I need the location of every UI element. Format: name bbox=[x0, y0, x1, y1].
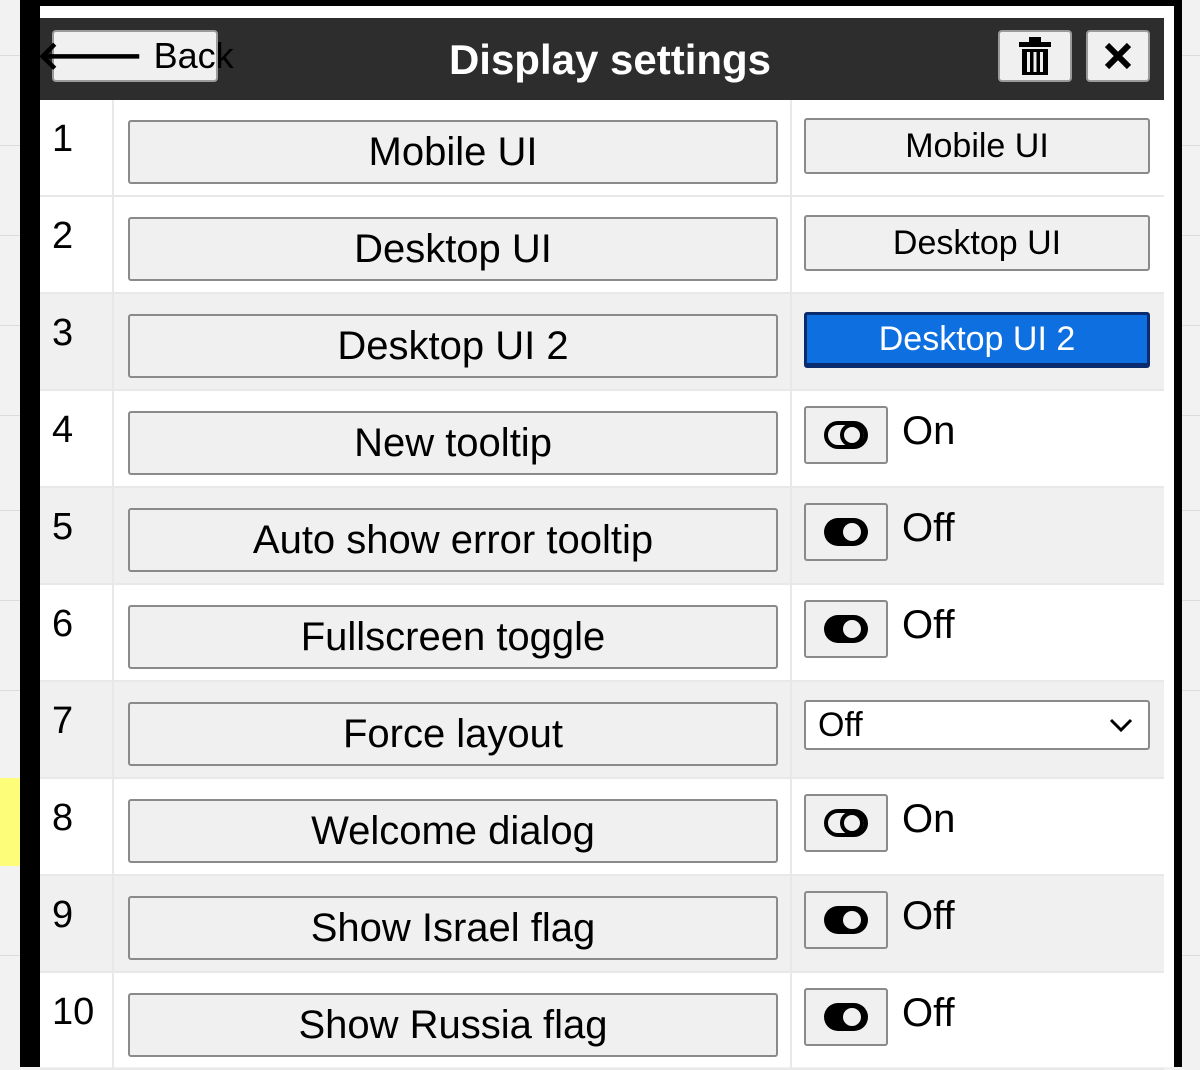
column-divider bbox=[790, 876, 792, 971]
row-number: 2 bbox=[52, 215, 74, 257]
setting-label-button[interactable]: Welcome dialog bbox=[128, 799, 778, 863]
row-number: 9 bbox=[52, 894, 74, 936]
dialog-body: 🡐 Back Display settings 1 Mobile UI Mobi… bbox=[36, 6, 1174, 1070]
toggle-on-icon bbox=[824, 421, 868, 449]
setting-label-button[interactable]: Desktop UI bbox=[128, 217, 778, 281]
back-button[interactable]: 🡐 Back bbox=[36, 30, 234, 82]
close-icon bbox=[1104, 42, 1132, 70]
toggle-off-icon bbox=[824, 906, 868, 934]
desktop-ui-button[interactable]: Desktop UI bbox=[804, 215, 1150, 271]
row-number-cell: 3 bbox=[40, 294, 114, 389]
table-row: 10 Show Russia flag Off bbox=[40, 973, 1164, 1070]
toggle-state-text: Off bbox=[902, 894, 955, 938]
column-divider bbox=[790, 488, 792, 583]
toggle-button[interactable] bbox=[804, 406, 888, 464]
row-number-cell: 6 bbox=[40, 585, 114, 680]
chevron-down-icon bbox=[1109, 718, 1133, 733]
table-row: 3 Desktop UI 2 Desktop UI 2 bbox=[40, 294, 1164, 391]
toggle-button[interactable] bbox=[804, 988, 888, 1046]
select-value: Off bbox=[818, 705, 863, 744]
desktop-ui-2-button[interactable]: Desktop UI 2 bbox=[804, 312, 1150, 368]
row-number-cell: 1 bbox=[40, 100, 114, 195]
table-row: 9 Show Israel flag Off bbox=[40, 876, 1164, 973]
column-divider bbox=[790, 585, 792, 680]
row-number: 5 bbox=[52, 506, 74, 548]
column-divider bbox=[790, 294, 792, 389]
column-divider bbox=[790, 779, 792, 874]
setting-label-button[interactable]: New tooltip bbox=[128, 411, 778, 475]
toggle-state-text: On bbox=[902, 409, 956, 453]
row-number-cell: 7 bbox=[40, 682, 114, 777]
column-divider bbox=[790, 391, 792, 486]
toggle-button[interactable] bbox=[804, 891, 888, 949]
column-divider bbox=[790, 197, 792, 292]
toggle-off-icon bbox=[824, 518, 868, 546]
dialog-header: 🡐 Back Display settings bbox=[36, 18, 1164, 100]
table-row: 1 Mobile UI Mobile UI bbox=[40, 100, 1164, 197]
settings-dialog: 🡐 Back Display settings 1 Mobile UI Mobi… bbox=[20, 0, 1182, 1070]
setting-label-button[interactable]: Desktop UI 2 bbox=[128, 314, 778, 378]
setting-label-button[interactable]: Force layout bbox=[128, 702, 778, 766]
settings-table: 1 Mobile UI Mobile UI 2 Desktop UI Deskt… bbox=[40, 100, 1164, 1070]
setting-label-button[interactable]: Show Russia flag bbox=[128, 993, 778, 1057]
setting-label-button[interactable]: Auto show error tooltip bbox=[128, 508, 778, 572]
row-number-cell: 10 bbox=[40, 973, 114, 1068]
setting-label-button[interactable]: Show Israel flag bbox=[128, 896, 778, 960]
trash-icon bbox=[1019, 37, 1051, 75]
mobile-ui-button[interactable]: Mobile UI bbox=[804, 118, 1150, 174]
row-number: 10 bbox=[52, 991, 95, 1033]
row-number: 4 bbox=[52, 409, 74, 451]
toggle-state-text: Off bbox=[902, 506, 955, 550]
force-layout-select[interactable]: Off bbox=[804, 700, 1150, 750]
table-row: 7 Force layout Off bbox=[40, 682, 1164, 779]
background-highlight bbox=[0, 778, 20, 866]
row-number: 3 bbox=[52, 312, 74, 354]
toggle-button[interactable] bbox=[804, 600, 888, 658]
row-number: 6 bbox=[52, 603, 74, 645]
toggle-on-icon bbox=[824, 809, 868, 837]
row-number-cell: 5 bbox=[40, 488, 114, 583]
table-row: 6 Fullscreen toggle Off bbox=[40, 585, 1164, 682]
table-row: 5 Auto show error tooltip Off bbox=[40, 488, 1164, 585]
dialog-title: Display settings bbox=[448, 36, 772, 83]
row-number: 7 bbox=[52, 700, 74, 742]
row-number: 8 bbox=[52, 797, 74, 839]
delete-button[interactable] bbox=[998, 30, 1072, 82]
row-number-cell: 8 bbox=[40, 779, 114, 874]
close-button[interactable] bbox=[1086, 30, 1150, 82]
setting-label-button[interactable]: Fullscreen toggle bbox=[128, 605, 778, 669]
toggle-off-icon bbox=[824, 615, 868, 643]
row-number-cell: 9 bbox=[40, 876, 114, 971]
back-button-label: Back bbox=[153, 35, 234, 76]
row-number-cell: 2 bbox=[40, 197, 114, 292]
arrow-left-icon: 🡐 bbox=[36, 34, 144, 78]
table-row: 2 Desktop UI Desktop UI bbox=[40, 197, 1164, 294]
toggle-state-text: Off bbox=[902, 991, 955, 1035]
table-row: 8 Welcome dialog On bbox=[40, 779, 1164, 876]
toggle-state-text: On bbox=[902, 797, 956, 841]
toggle-off-icon bbox=[824, 1003, 868, 1031]
column-divider bbox=[790, 973, 792, 1068]
column-divider bbox=[790, 100, 792, 195]
column-divider bbox=[790, 682, 792, 777]
row-number: 1 bbox=[52, 118, 74, 160]
table-row: 4 New tooltip On bbox=[40, 391, 1164, 488]
toggle-state-text: Off bbox=[902, 603, 955, 647]
setting-label-button[interactable]: Mobile UI bbox=[128, 120, 778, 184]
row-number-cell: 4 bbox=[40, 391, 114, 486]
toggle-button[interactable] bbox=[804, 794, 888, 852]
toggle-button[interactable] bbox=[804, 503, 888, 561]
